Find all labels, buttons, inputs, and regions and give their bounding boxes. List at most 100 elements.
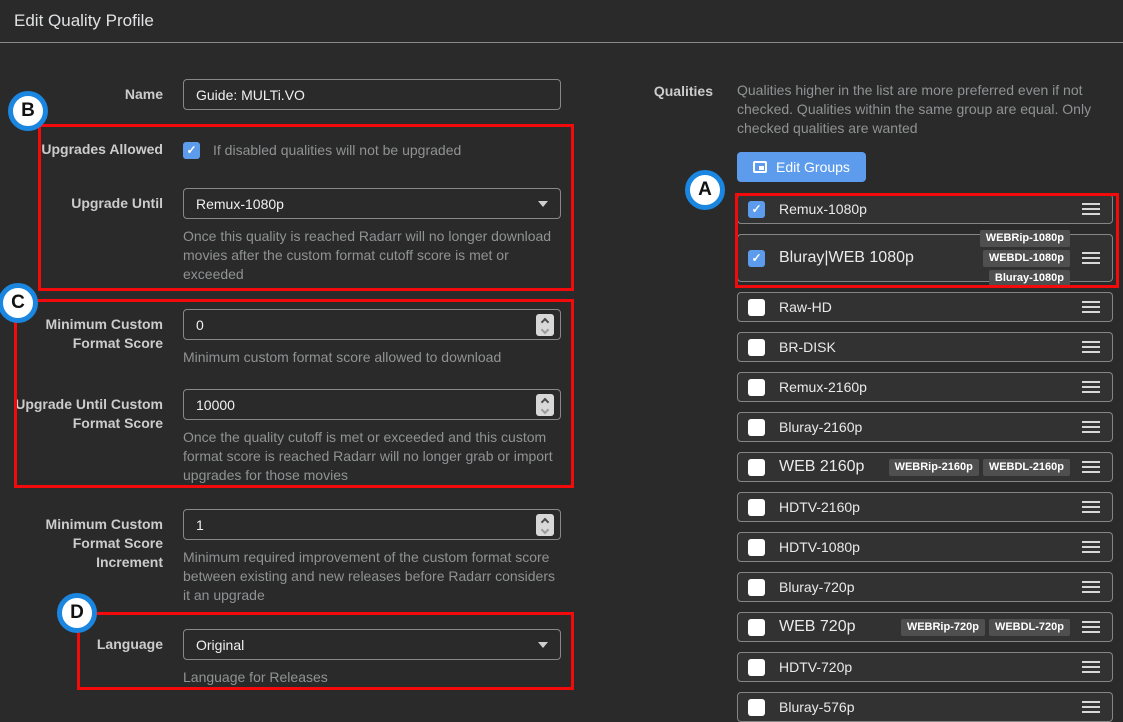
- quality-row[interactable]: Bluray-2160p: [737, 412, 1113, 442]
- quality-name: HDTV-720p: [779, 659, 852, 675]
- minimum-custom-format-score-helper: Minimum custom format score allowed to d…: [183, 348, 561, 367]
- quality-checkbox[interactable]: ✓: [748, 201, 765, 218]
- quality-badge: WEBDL-1080p: [983, 250, 1070, 267]
- quality-name: WEB 720p: [779, 618, 855, 636]
- minimum-custom-format-score-label: Minimum Custom Format Score: [14, 309, 163, 367]
- drag-handle-icon[interactable]: [1082, 203, 1100, 215]
- quality-name: Bluray|WEB 1080p: [779, 249, 914, 267]
- drag-handle-icon[interactable]: [1082, 661, 1100, 673]
- drag-handle-icon[interactable]: [1082, 461, 1100, 473]
- quality-checkbox[interactable]: [748, 659, 765, 676]
- quality-checkbox[interactable]: [748, 459, 765, 476]
- quality-name: Bluray-576p: [779, 699, 855, 715]
- upgrade-until-custom-format-score-form-group: Upgrade Until Custom Format Score Once t…: [14, 389, 575, 485]
- quality-row[interactable]: HDTV-2160p: [737, 492, 1113, 522]
- quality-name: Remux-2160p: [779, 379, 867, 395]
- quality-badges: WEBRip-1080p WEBDL-1080p Bluray-1080p: [914, 230, 1070, 287]
- quality-row[interactable]: HDTV-720p: [737, 652, 1113, 682]
- minimum-custom-format-score-increment-label: Minimum Custom Format Score Increment: [14, 509, 163, 605]
- upgrade-until-custom-format-score-input[interactable]: [184, 390, 560, 419]
- drag-handle-icon[interactable]: [1082, 301, 1100, 313]
- quality-badge: WEBDL-2160p: [983, 459, 1070, 476]
- quality-badge: WEBDL-720p: [989, 619, 1070, 636]
- quality-badges: WEBRip-720pWEBDL-720p: [884, 619, 1070, 636]
- quality-checkbox[interactable]: [748, 699, 765, 716]
- quality-badge: Bluray-1080p: [989, 270, 1070, 287]
- annotation-badge-a: A: [685, 170, 725, 210]
- edit-groups-button-label: Edit Groups: [776, 159, 850, 175]
- name-label: Name: [14, 79, 163, 110]
- quality-badge: WEBRip-2160p: [889, 459, 979, 476]
- quality-checkbox[interactable]: [748, 339, 765, 356]
- name-form-group: Name: [14, 79, 575, 110]
- qualities-description: Qualities higher in the list are more pr…: [737, 81, 1113, 138]
- quality-row[interactable]: Bluray-720p: [737, 572, 1113, 602]
- drag-handle-icon[interactable]: [1082, 701, 1100, 713]
- upgrades-allowed-label: Upgrades Allowed: [14, 140, 163, 159]
- language-value: Original: [196, 637, 244, 653]
- upgrade-until-label: Upgrade Until: [14, 188, 163, 284]
- ungroup-icon: [753, 161, 767, 173]
- quality-name: BR-DISK: [779, 339, 836, 355]
- drag-handle-icon[interactable]: [1082, 501, 1100, 513]
- quality-name: HDTV-2160p: [779, 499, 860, 515]
- chevron-down-icon: [538, 642, 548, 648]
- quality-row[interactable]: ✓ Bluray|WEB 1080p WEBRip-1080pWEBDL-108…: [737, 234, 1113, 282]
- upgrade-until-custom-format-score-helper: Once the quality cutoff is met or exceed…: [183, 428, 561, 485]
- quality-checkbox[interactable]: [748, 419, 765, 436]
- minimum-custom-format-score-input[interactable]: [184, 310, 560, 339]
- number-stepper-icon[interactable]: [536, 394, 554, 416]
- minimum-custom-format-score-increment-input[interactable]: [184, 510, 560, 539]
- quality-checkbox[interactable]: [748, 539, 765, 556]
- language-label: Language: [14, 629, 163, 687]
- drag-handle-icon[interactable]: [1082, 421, 1100, 433]
- edit-groups-button[interactable]: Edit Groups: [737, 152, 866, 182]
- upgrade-until-custom-format-score-label: Upgrade Until Custom Format Score: [14, 389, 163, 485]
- number-stepper-icon[interactable]: [536, 514, 554, 536]
- quality-badges: WEBRip-2160pWEBDL-2160p: [884, 459, 1070, 476]
- minimum-custom-format-score-increment-helper: Minimum required improvement of the cust…: [183, 548, 561, 605]
- quality-checkbox[interactable]: [748, 579, 765, 596]
- upgrade-until-helper: Once this quality is reached Radarr will…: [183, 227, 561, 284]
- quality-checkbox[interactable]: [748, 499, 765, 516]
- quality-checkbox[interactable]: ✓: [748, 250, 765, 267]
- upgrade-until-form-group: Upgrade Until Remux-1080p Once this qual…: [14, 188, 575, 284]
- drag-handle-icon[interactable]: [1082, 581, 1100, 593]
- upgrade-until-value: Remux-1080p: [196, 196, 284, 212]
- dialog-header: Edit Quality Profile: [0, 0, 1123, 43]
- quality-name: WEB 2160p: [779, 458, 864, 476]
- language-select[interactable]: Original: [183, 629, 561, 660]
- quality-row[interactable]: WEB 2160p WEBRip-2160pWEBDL-2160p: [737, 452, 1113, 482]
- quality-checkbox[interactable]: [748, 299, 765, 316]
- upgrades-allowed-checkbox[interactable]: ✓: [183, 142, 200, 159]
- drag-handle-icon[interactable]: [1082, 621, 1100, 633]
- quality-checkbox[interactable]: [748, 379, 765, 396]
- quality-row[interactable]: HDTV-1080p: [737, 532, 1113, 562]
- quality-list: ✓ Remux-1080p ✓ Bluray|WEB 1080p WEBRip-…: [737, 194, 1113, 722]
- quality-name: Remux-1080p: [779, 201, 867, 217]
- drag-handle-icon[interactable]: [1082, 252, 1100, 264]
- quality-row[interactable]: Raw-HD: [737, 292, 1113, 322]
- language-helper: Language for Releases: [183, 668, 561, 687]
- drag-handle-icon[interactable]: [1082, 541, 1100, 553]
- chevron-down-icon: [538, 201, 548, 207]
- quality-row[interactable]: BR-DISK: [737, 332, 1113, 362]
- dialog-title: Edit Quality Profile: [14, 11, 154, 31]
- drag-handle-icon[interactable]: [1082, 381, 1100, 393]
- quality-row[interactable]: Remux-2160p: [737, 372, 1113, 402]
- quality-checkbox[interactable]: [748, 619, 765, 636]
- drag-handle-icon[interactable]: [1082, 341, 1100, 353]
- quality-name: Raw-HD: [779, 299, 832, 315]
- quality-row[interactable]: WEB 720p WEBRip-720pWEBDL-720p: [737, 612, 1113, 642]
- quality-badge: WEBRip-1080p: [980, 230, 1070, 247]
- upgrade-until-select[interactable]: Remux-1080p: [183, 188, 561, 219]
- quality-row[interactable]: ✓ Remux-1080p: [737, 194, 1113, 224]
- quality-row[interactable]: Bluray-576p: [737, 692, 1113, 722]
- number-stepper-icon[interactable]: [536, 314, 554, 336]
- upgrades-allowed-form-group: Upgrades Allowed ✓ If disabled qualities…: [14, 140, 575, 159]
- quality-badge: WEBRip-720p: [901, 619, 985, 636]
- name-input[interactable]: [183, 79, 561, 110]
- minimum-custom-format-score-increment-form-group: Minimum Custom Format Score Increment Mi…: [14, 509, 575, 605]
- language-form-group: Language Original Language for Releases: [14, 629, 575, 687]
- minimum-custom-format-score-form-group: Minimum Custom Format Score Minimum cust…: [14, 309, 575, 367]
